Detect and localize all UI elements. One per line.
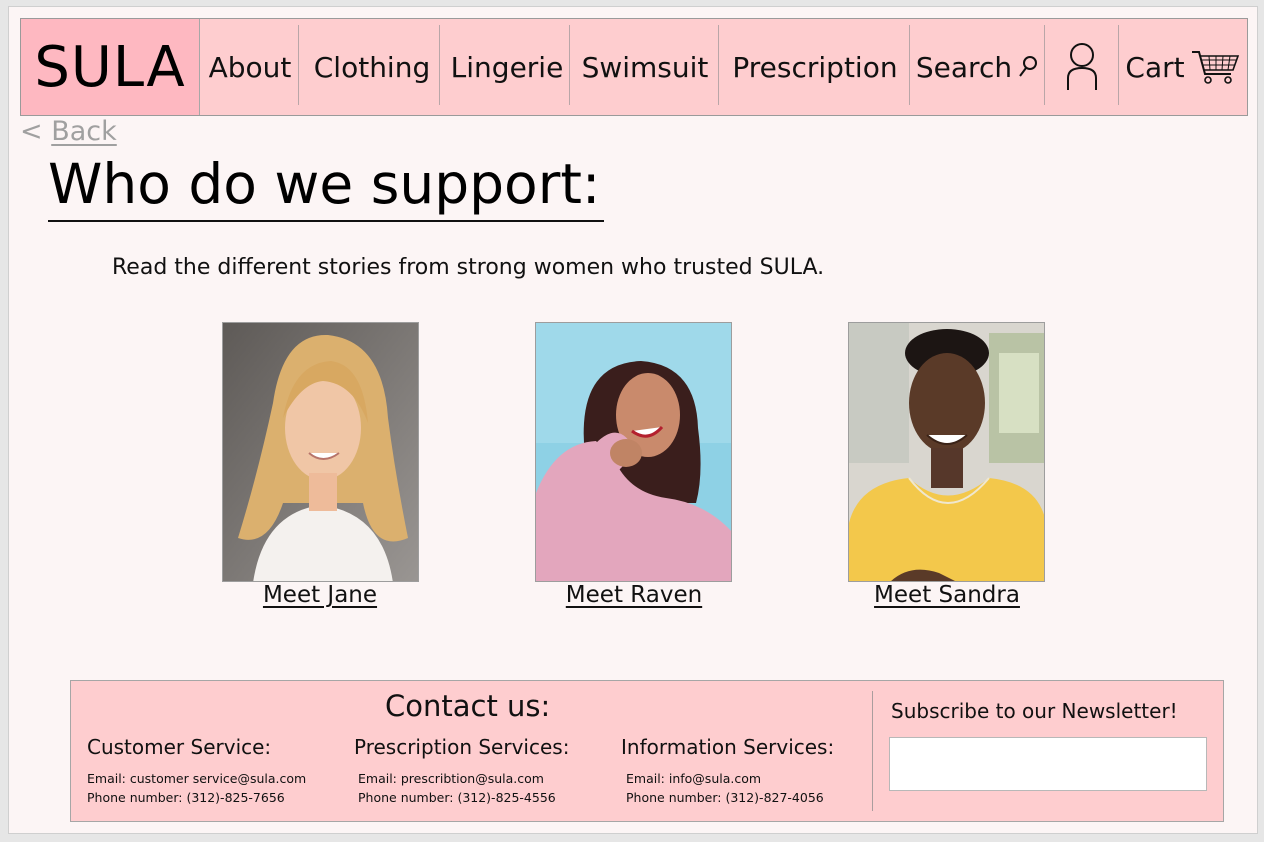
nav-search[interactable]: Search: [913, 19, 1041, 115]
main-nav: SULA About Clothing Lingerie Swimsuit Pr…: [20, 18, 1248, 116]
nav-search-label: Search: [915, 50, 1013, 84]
contact-title: Contact us:: [385, 689, 551, 723]
meet-jane-link[interactable]: Meet Jane: [190, 582, 450, 608]
nav-cart-label: Cart: [1125, 50, 1185, 84]
account-button[interactable]: [1046, 19, 1118, 115]
shopping-cart-icon: [1191, 51, 1239, 84]
customer-service-email[interactable]: Email: customer service@sula.com: [87, 769, 306, 788]
portrait-raven: [536, 323, 731, 581]
prescription-service-phone[interactable]: Phone number: (312)-825-4556: [354, 788, 569, 807]
information-service-phone[interactable]: Phone number: (312)-827-4056: [621, 788, 834, 807]
information-service-title: Information Services:: [621, 735, 835, 759]
meet-raven-link[interactable]: Meet Raven: [504, 582, 764, 608]
nav-lingerie[interactable]: Lingerie: [445, 19, 569, 115]
information-service-email[interactable]: Email: info@sula.com: [621, 769, 834, 788]
information-service-block: Information Services: Email: info@sula.c…: [621, 735, 834, 807]
customer-service-phone[interactable]: Phone number: (312)-825-7656: [87, 788, 306, 807]
nav-cart[interactable]: Cart: [1121, 19, 1245, 115]
nav-prescription-label: Prescription: [732, 50, 898, 84]
back-arrow: <: [20, 116, 43, 147]
nav-prescription[interactable]: Prescription: [723, 19, 907, 115]
newsletter-title: Subscribe to our Newsletter!: [891, 699, 1178, 723]
customer-service-title: Customer Service:: [87, 735, 272, 759]
nav-about[interactable]: About: [202, 19, 298, 115]
prescription-service-block: Prescription Services: Email: prescribti…: [354, 735, 569, 807]
nav-about-label: About: [208, 50, 292, 84]
portrait-jane: [223, 323, 418, 581]
nav-clothing-label: Clothing: [313, 50, 431, 84]
nav-swimsuit-label: Swimsuit: [581, 50, 709, 84]
customer-service-block: Customer Service: Email: customer servic…: [87, 735, 306, 807]
intro-text: Read the different stories from strong w…: [112, 255, 825, 280]
sandra-photo[interactable]: [848, 322, 1045, 582]
back-label: Back: [51, 116, 117, 147]
back-link[interactable]: < Back: [20, 116, 117, 147]
nav-lingerie-label: Lingerie: [450, 50, 564, 84]
newsletter-email-input[interactable]: [889, 737, 1207, 791]
raven-photo[interactable]: [535, 322, 732, 582]
nav-swimsuit[interactable]: Swimsuit: [575, 19, 715, 115]
portrait-sandra: [849, 323, 1044, 581]
prescription-service-title: Prescription Services:: [354, 735, 570, 759]
footer-divider: [872, 691, 873, 811]
user-icon: [1067, 43, 1097, 90]
prescription-service-email[interactable]: Email: prescribtion@sula.com: [354, 769, 569, 788]
jane-photo[interactable]: [222, 322, 419, 582]
search-icon: [1019, 56, 1038, 77]
meet-sandra-link[interactable]: Meet Sandra: [817, 582, 1077, 608]
footer: Contact us: Customer Service: Email: cus…: [70, 680, 1224, 822]
page-title: Who do we support:: [48, 148, 604, 222]
sula-logo[interactable]: SULA: [21, 19, 200, 115]
nav-clothing[interactable]: Clothing: [305, 19, 439, 115]
